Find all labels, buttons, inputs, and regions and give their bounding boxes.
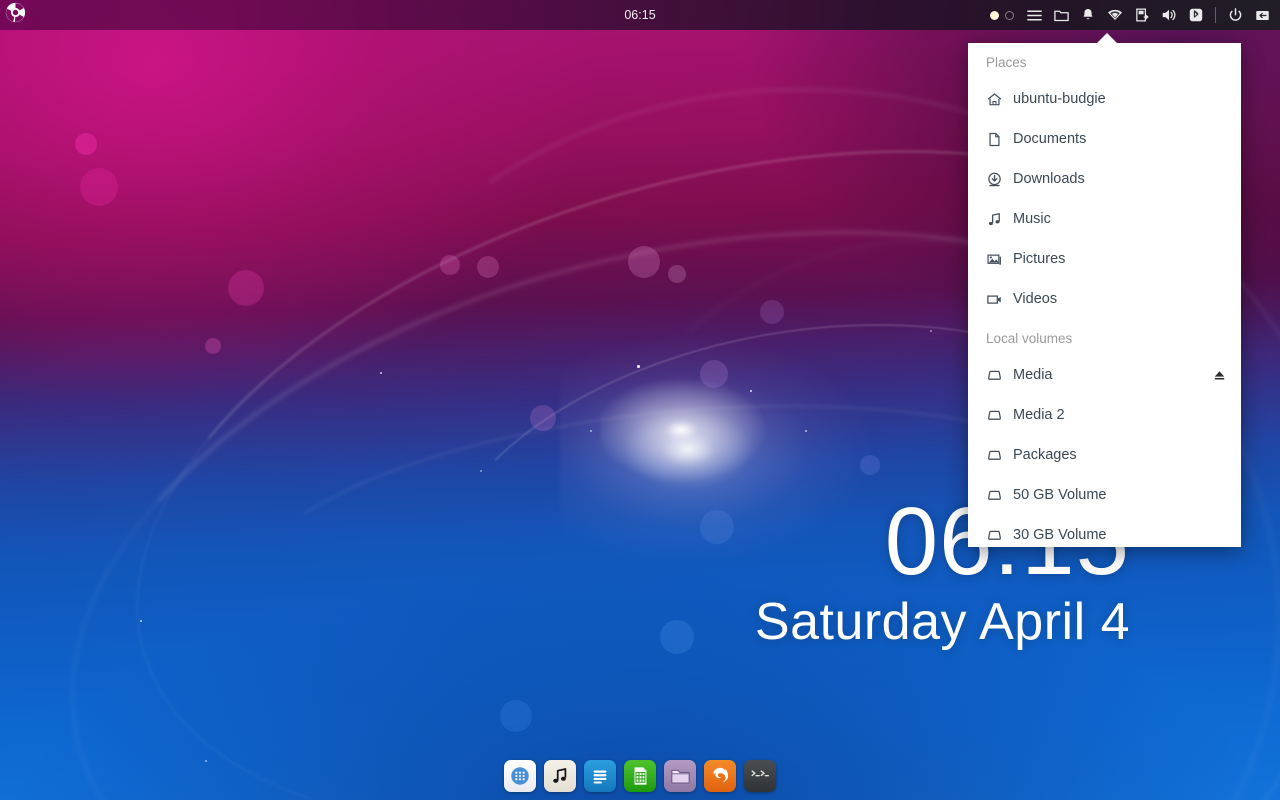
bokeh-circle [228, 270, 264, 306]
eject-icon[interactable] [1212, 368, 1227, 383]
bokeh-circle [530, 405, 556, 431]
bokeh-circle [205, 338, 221, 354]
drive-icon [986, 487, 1003, 504]
dock-item-terminal[interactable] [744, 760, 776, 792]
sparkle [637, 365, 640, 368]
sparkle [140, 620, 142, 622]
bokeh-circle [700, 360, 728, 388]
workspace-1-indicator[interactable] [990, 10, 999, 20]
volume-item-media-2[interactable]: Media 2 [968, 395, 1241, 435]
system-tray [985, 0, 1276, 30]
places-item-label: Music [1013, 211, 1051, 227]
bokeh-circle [80, 168, 118, 206]
sparkle [205, 760, 207, 762]
local-volumes-section-header: Local volumes [986, 331, 1073, 346]
workspace-switcher[interactable] [985, 10, 1021, 20]
top-panel: 06:15 [0, 0, 1280, 30]
volume-item-30gb[interactable]: 30 GB Volume [968, 515, 1241, 547]
volume-item-label: Media [1013, 367, 1053, 383]
dock-item-music-player[interactable] [544, 760, 576, 792]
volume-item-50gb[interactable]: 50 GB Volume [968, 475, 1241, 515]
places-section-header: Places [986, 55, 1027, 70]
places-item-label: Videos [1013, 291, 1058, 307]
workspace-2-indicator[interactable] [1005, 10, 1014, 20]
places-item-label: ubuntu-budgie [1013, 91, 1106, 107]
places-item-label: Pictures [1013, 251, 1066, 267]
printer-icon[interactable] [1129, 0, 1155, 30]
places-item-documents[interactable]: Documents [968, 119, 1241, 159]
hamburger-menu-icon[interactable] [1021, 0, 1048, 30]
pictures-icon [986, 251, 1003, 268]
volume-item-label: Packages [1013, 447, 1077, 463]
drive-icon [986, 447, 1003, 464]
video-camera-icon [986, 291, 1003, 308]
drive-icon [986, 407, 1003, 424]
dock-item-calc[interactable] [624, 760, 656, 792]
drive-icon [986, 527, 1003, 544]
bokeh-circle [477, 256, 499, 278]
notification-bell-icon[interactable] [1075, 0, 1101, 30]
volume-item-packages[interactable]: Packages [968, 435, 1241, 475]
wifi-icon[interactable] [1101, 0, 1129, 30]
places-item-downloads[interactable]: Downloads [968, 159, 1241, 199]
dock-item-app-grid[interactable] [504, 760, 536, 792]
tray-divider [1215, 7, 1216, 23]
dock-item-writer[interactable] [584, 760, 616, 792]
logout-icon[interactable] [1249, 0, 1276, 30]
download-icon [986, 171, 1003, 188]
places-folder-icon[interactable] [1048, 0, 1075, 30]
bokeh-circle [668, 265, 686, 283]
sparkle [750, 390, 752, 392]
places-menu-pointer [1096, 33, 1118, 44]
sparkle [930, 330, 932, 332]
bokeh-circle [760, 300, 784, 324]
places-item-label: Downloads [1013, 171, 1085, 187]
volume-item-label: Media 2 [1013, 407, 1065, 423]
volume-icon[interactable] [1155, 0, 1183, 30]
document-icon [986, 131, 1003, 148]
volume-item-label: 30 GB Volume [1013, 527, 1107, 543]
places-item-label: Documents [1013, 131, 1087, 147]
volume-item-label: 50 GB Volume [1013, 487, 1107, 503]
power-icon[interactable] [1222, 0, 1249, 30]
drive-icon [986, 367, 1003, 384]
bokeh-circle [500, 700, 532, 732]
sparkle [380, 372, 382, 374]
dock-item-files[interactable] [664, 760, 696, 792]
bokeh-circle [75, 133, 97, 155]
dock-item-firefox[interactable] [704, 760, 736, 792]
home-icon [986, 91, 1003, 108]
dock [500, 755, 780, 797]
sparkle [480, 470, 482, 472]
bokeh-circle [700, 510, 734, 544]
music-note-icon [986, 211, 1003, 228]
volume-item-media[interactable]: Media [968, 355, 1241, 395]
sparkle [805, 430, 807, 432]
wallpaper-glow-core [600, 370, 780, 490]
bokeh-circle [628, 246, 660, 278]
bokeh-circle [660, 620, 694, 654]
bluetooth-icon[interactable] [1183, 0, 1209, 30]
places-menu[interactable]: Places ubuntu-budgie Documents Downloads… [968, 43, 1241, 547]
clock-date: Saturday April 4 [754, 593, 1130, 652]
places-item-music[interactable]: Music [968, 199, 1241, 239]
places-item-home[interactable]: ubuntu-budgie [968, 79, 1241, 119]
bokeh-circle [440, 255, 460, 275]
places-item-videos[interactable]: Videos [968, 279, 1241, 319]
places-item-pictures[interactable]: Pictures [968, 239, 1241, 279]
sparkle [590, 430, 592, 432]
bokeh-circle [860, 455, 880, 475]
